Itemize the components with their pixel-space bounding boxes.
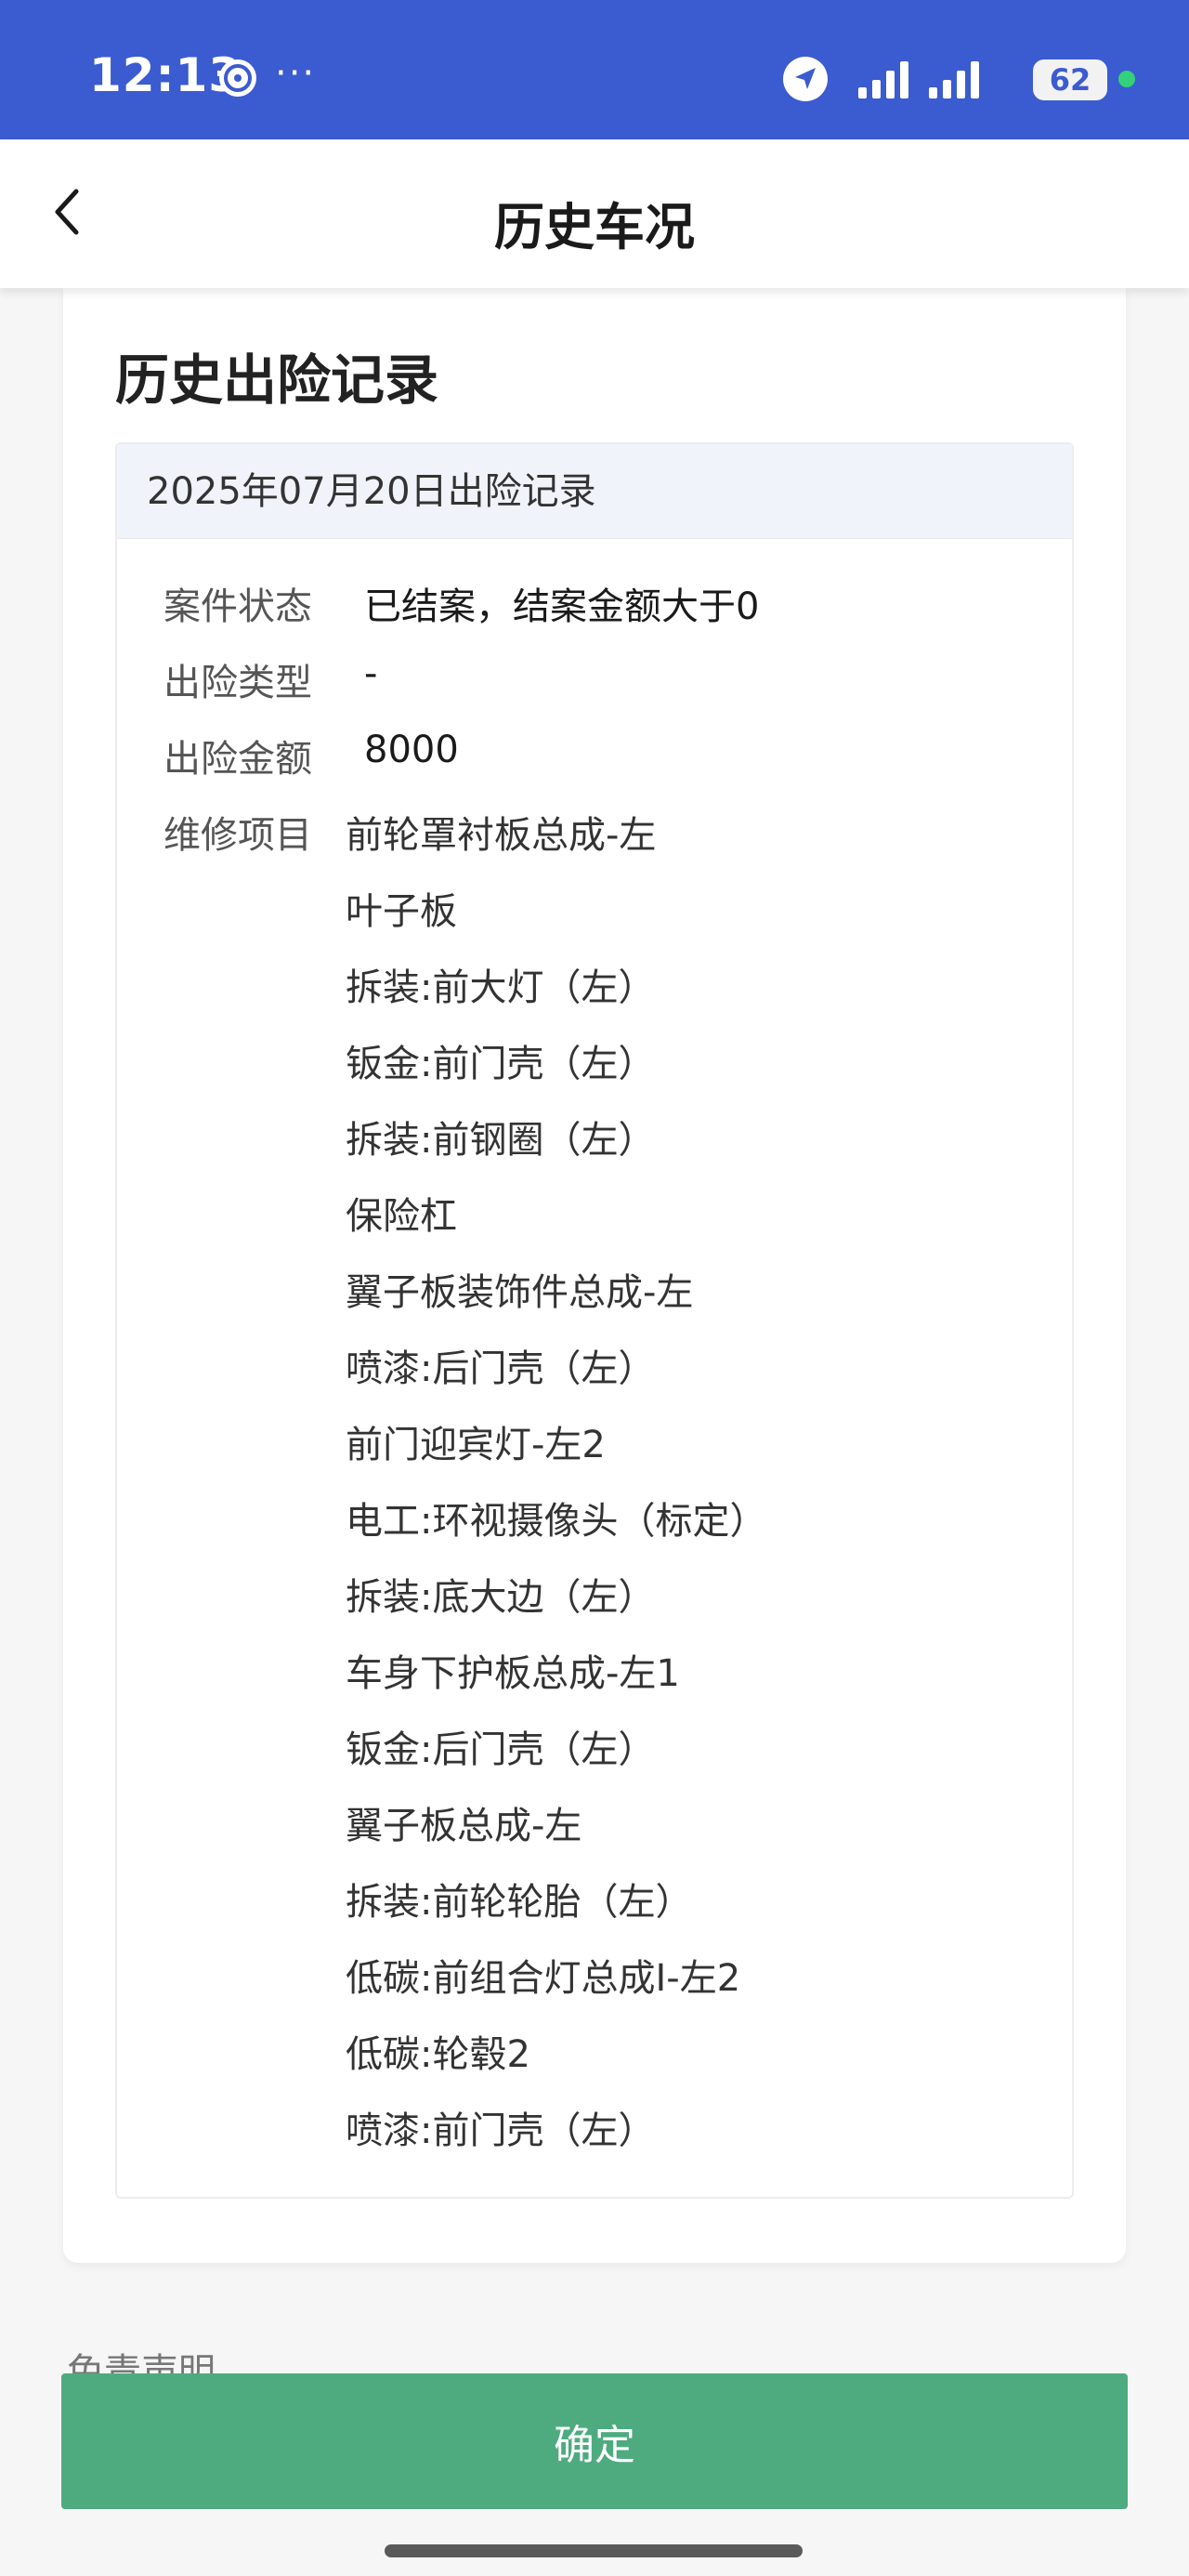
confirm-button[interactable]: 确定 (61, 2373, 1128, 2509)
status-bar: 12:13 ··· 62 (0, 0, 1189, 139)
repair-item: 钣金:后门壳（左） (346, 1728, 656, 1771)
section-title: 历史出险记录 (115, 348, 439, 412)
page-title: 历史车况 (494, 198, 695, 256)
repair-item: 保险杠 (346, 1195, 457, 1238)
field-label: 维修项目 (163, 814, 312, 857)
repair-item: 叶子板 (346, 890, 457, 933)
repair-item: 车身下护板总成-左1 (346, 1652, 680, 1695)
nav-bar: 历史车况 (0, 139, 1189, 288)
home-indicator[interactable] (385, 2544, 803, 2557)
field-label: 出险类型 (163, 662, 312, 704)
repair-item: 低碳:轮毂2 (346, 2033, 530, 2076)
status-indicators: 62 (745, 52, 1135, 104)
field-value: 8000 (364, 729, 459, 771)
repair-item: 拆装:前轮轮胎（左） (346, 1881, 693, 1924)
repair-item: 拆装:底大边（左） (346, 1576, 656, 1619)
claim-record-header: 2025年07月20日出险记录 (117, 444, 1072, 539)
signal-icon (929, 61, 979, 99)
battery-indicator-dot (1118, 71, 1135, 87)
repair-item: 翼子板装饰件总成-左 (346, 1271, 694, 1314)
repair-item: 喷漆:后门壳（左） (346, 1347, 656, 1390)
location-arrow-icon (783, 57, 828, 101)
repair-item: 前门迎宾灯-左2 (346, 1424, 606, 1466)
field-value: 已结案，结案金额大于0 (364, 585, 760, 628)
repair-item: 喷漆:前门壳（左） (346, 2109, 656, 2152)
repair-item: 低碳:前组合灯总成I-左2 (346, 1957, 741, 2000)
repair-item: 前轮罩衬板总成-左 (346, 814, 657, 857)
signal-icon (858, 61, 908, 99)
repair-item: 钣金:前门壳（左） (346, 1043, 656, 1085)
field-label: 案件状态 (163, 585, 312, 628)
more-dots-icon: ··· (275, 52, 317, 95)
claim-record: 2025年07月20日出险记录 案件状态 已结案，结案金额大于0 出险类型 - … (115, 442, 1074, 2199)
repair-item: 翼子板总成-左 (346, 1805, 582, 1847)
field-value: - (364, 652, 378, 695)
repair-item: 电工:环视摄像头（标定） (346, 1500, 767, 1543)
field-label: 出险金额 (163, 738, 312, 781)
repair-item: 拆装:前大灯（左） (346, 966, 656, 1009)
claim-history-card: 历史出险记录 2025年07月20日出险记录 案件状态 已结案，结案金额大于0 … (63, 288, 1126, 2263)
app-icon (219, 59, 256, 97)
battery-icon: 62 (1033, 59, 1107, 100)
repair-item: 拆装:前钢圈（左） (346, 1119, 656, 1162)
